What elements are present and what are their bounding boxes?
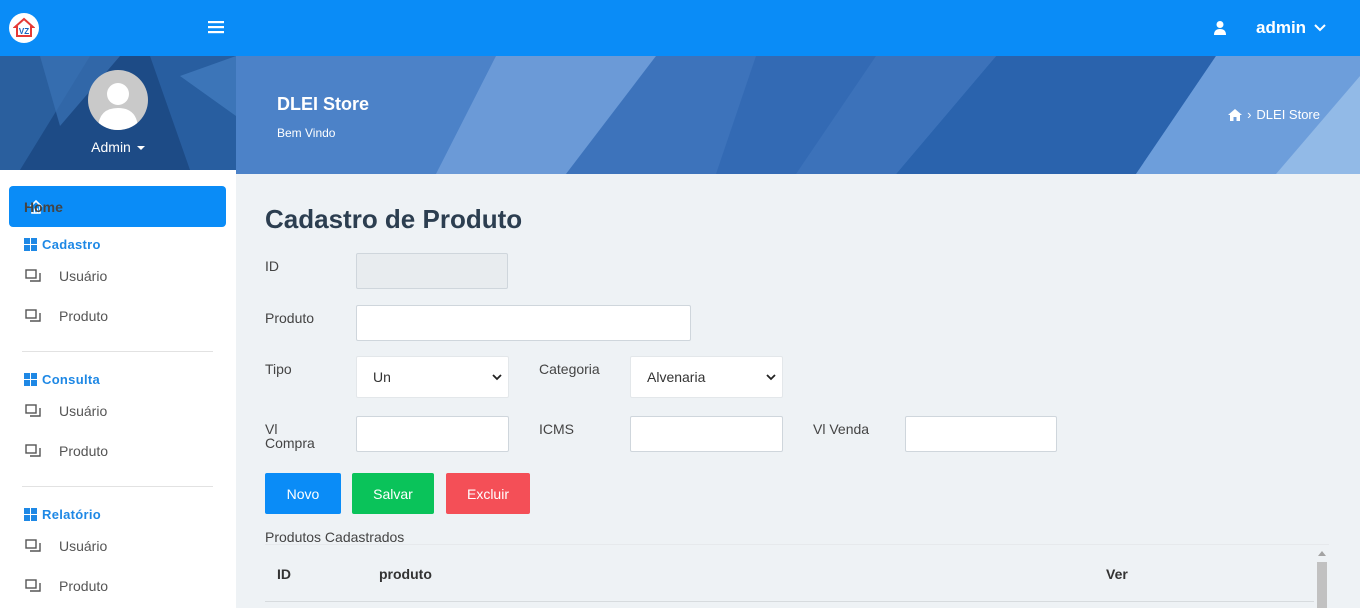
produto-label: Produto [265,310,315,326]
section-title-label: Consulta [42,372,101,387]
column-header-produto[interactable]: produto [379,566,432,582]
chevron-down-icon [766,374,776,381]
icms-label: ICMS [539,421,574,437]
svg-text:VZ: VZ [19,27,29,36]
scroll-up-arrow-icon[interactable] [1318,551,1326,556]
page-title: Cadastro de Produto [265,204,523,234]
window-icon [25,579,41,592]
window-icon [25,404,41,417]
produto-field[interactable] [356,305,691,341]
chevron-down-icon[interactable] [1313,22,1327,34]
user-icon [1214,21,1226,35]
sidebar-item-cadastro-usuario[interactable]: Usuário [25,268,107,284]
icms-field[interactable] [630,416,783,452]
sidebar-item-home[interactable]: Home [9,186,226,227]
vl-compra-label-line2: Compra [265,435,315,451]
column-header-ver[interactable]: Ver [1106,566,1128,582]
vl-compra-field[interactable] [356,416,509,452]
id-field[interactable] [356,253,508,289]
store-logo[interactable]: VZ [9,13,39,43]
vl-venda-field[interactable] [905,416,1057,452]
section-title-label: Relatório [42,507,102,522]
divider [22,486,213,487]
novo-button[interactable]: Novo [265,473,341,514]
sidebar-user-label: Admin [91,139,131,155]
salvar-button[interactable]: Salvar [352,473,434,514]
grid-icon [24,373,37,386]
column-header-id[interactable]: ID [277,566,291,582]
sidebar-item-relatorio-produto[interactable]: Produto [25,578,108,594]
sidebar-item-label: Produto [59,443,109,459]
sidebar-profile: Admin [0,56,236,170]
table-header-divider [265,601,1314,602]
sidebar-item-label: Usuário [59,403,108,419]
avatar-icon [98,83,138,130]
breadcrumb: › DLEI Store [1228,107,1320,122]
divider [22,351,213,352]
section-title-label: Cadastro [42,237,101,252]
window-icon [25,269,41,282]
sidebar-item-consulta-usuario[interactable]: Usuário [25,403,107,419]
sidebar-item-label: Usuário [59,268,108,284]
window-icon [25,444,41,457]
tipo-label: Tipo [265,361,292,377]
avatar [88,70,148,130]
section-consulta: Consulta [24,372,100,387]
caret-down-icon [136,146,145,151]
breadcrumb-item[interactable]: DLEI Store [1256,107,1320,122]
home-icon[interactable] [1228,108,1243,121]
breadcrumb-separator: › [1247,107,1252,122]
sidebar-item-cadastro-produto[interactable]: Produto [25,308,108,324]
sidebar-item-label: Produto [59,308,109,324]
window-icon [25,309,41,322]
categoria-label: Categoria [539,361,600,377]
banner-title: DLEI Store [277,94,370,114]
categoria-selected-value: Alvenaria [647,369,706,385]
excluir-button[interactable]: Excluir [446,473,530,514]
categoria-select[interactable]: Alvenaria [630,356,783,398]
products-table: ID produto Ver [265,544,1329,608]
vl-venda-label: Vl Venda [813,421,870,437]
sidebar-item-label: Produto [59,578,109,594]
tipo-selected-value: Un [373,369,391,385]
sidebar: Home Cadastro Usuário Produto Consulta U… [0,170,236,608]
banner-background [236,56,1360,174]
table-scrollbar[interactable] [1314,546,1330,608]
sidebar-item-label: Home [24,198,63,215]
grid-icon [24,238,37,251]
scrollbar-thumb[interactable] [1317,562,1327,608]
section-relatorio: Relatório [24,507,101,522]
hamburger-icon[interactable] [207,18,225,36]
table-caption: Produtos Cadastrados [265,529,405,545]
sidebar-item-label: Usuário [59,538,108,554]
sidebar-user-name[interactable]: Admin [0,139,236,155]
house-logo-icon: VZ [13,17,35,37]
top-bar: VZ admin [0,0,1360,56]
page-banner: DLEI Store Bem Vindo › DLEI Store [236,56,1360,174]
id-label: ID [265,258,279,274]
grid-icon [24,508,37,521]
tipo-select[interactable]: Un [356,356,509,398]
user-menu-name[interactable]: admin [1256,18,1306,38]
chevron-down-icon [492,374,502,381]
window-icon [25,539,41,552]
section-cadastro: Cadastro [24,237,101,252]
sidebar-item-relatorio-usuario[interactable]: Usuário [25,538,107,554]
banner-subtitle: Bem Vindo [277,126,336,140]
sidebar-item-consulta-produto[interactable]: Produto [25,443,108,459]
